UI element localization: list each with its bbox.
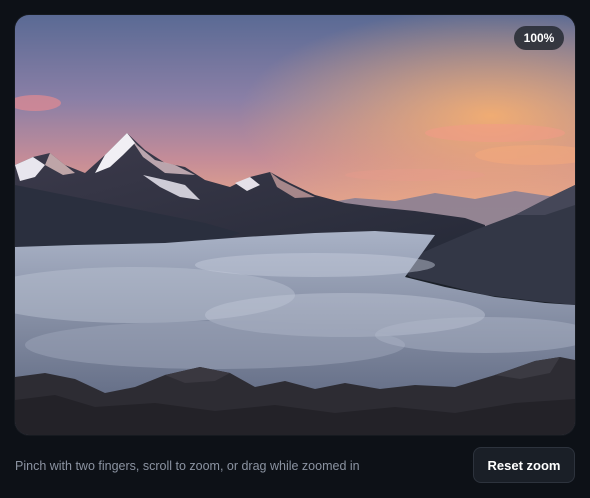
image-viewer[interactable]: 100% (15, 15, 575, 435)
landscape-photo[interactable] (15, 15, 575, 435)
zoom-hint-text: Pinch with two fingers, scroll to zoom, … (15, 459, 360, 473)
reset-zoom-button[interactable]: Reset zoom (473, 447, 575, 483)
zoom-level-badge: 100% (514, 26, 564, 50)
